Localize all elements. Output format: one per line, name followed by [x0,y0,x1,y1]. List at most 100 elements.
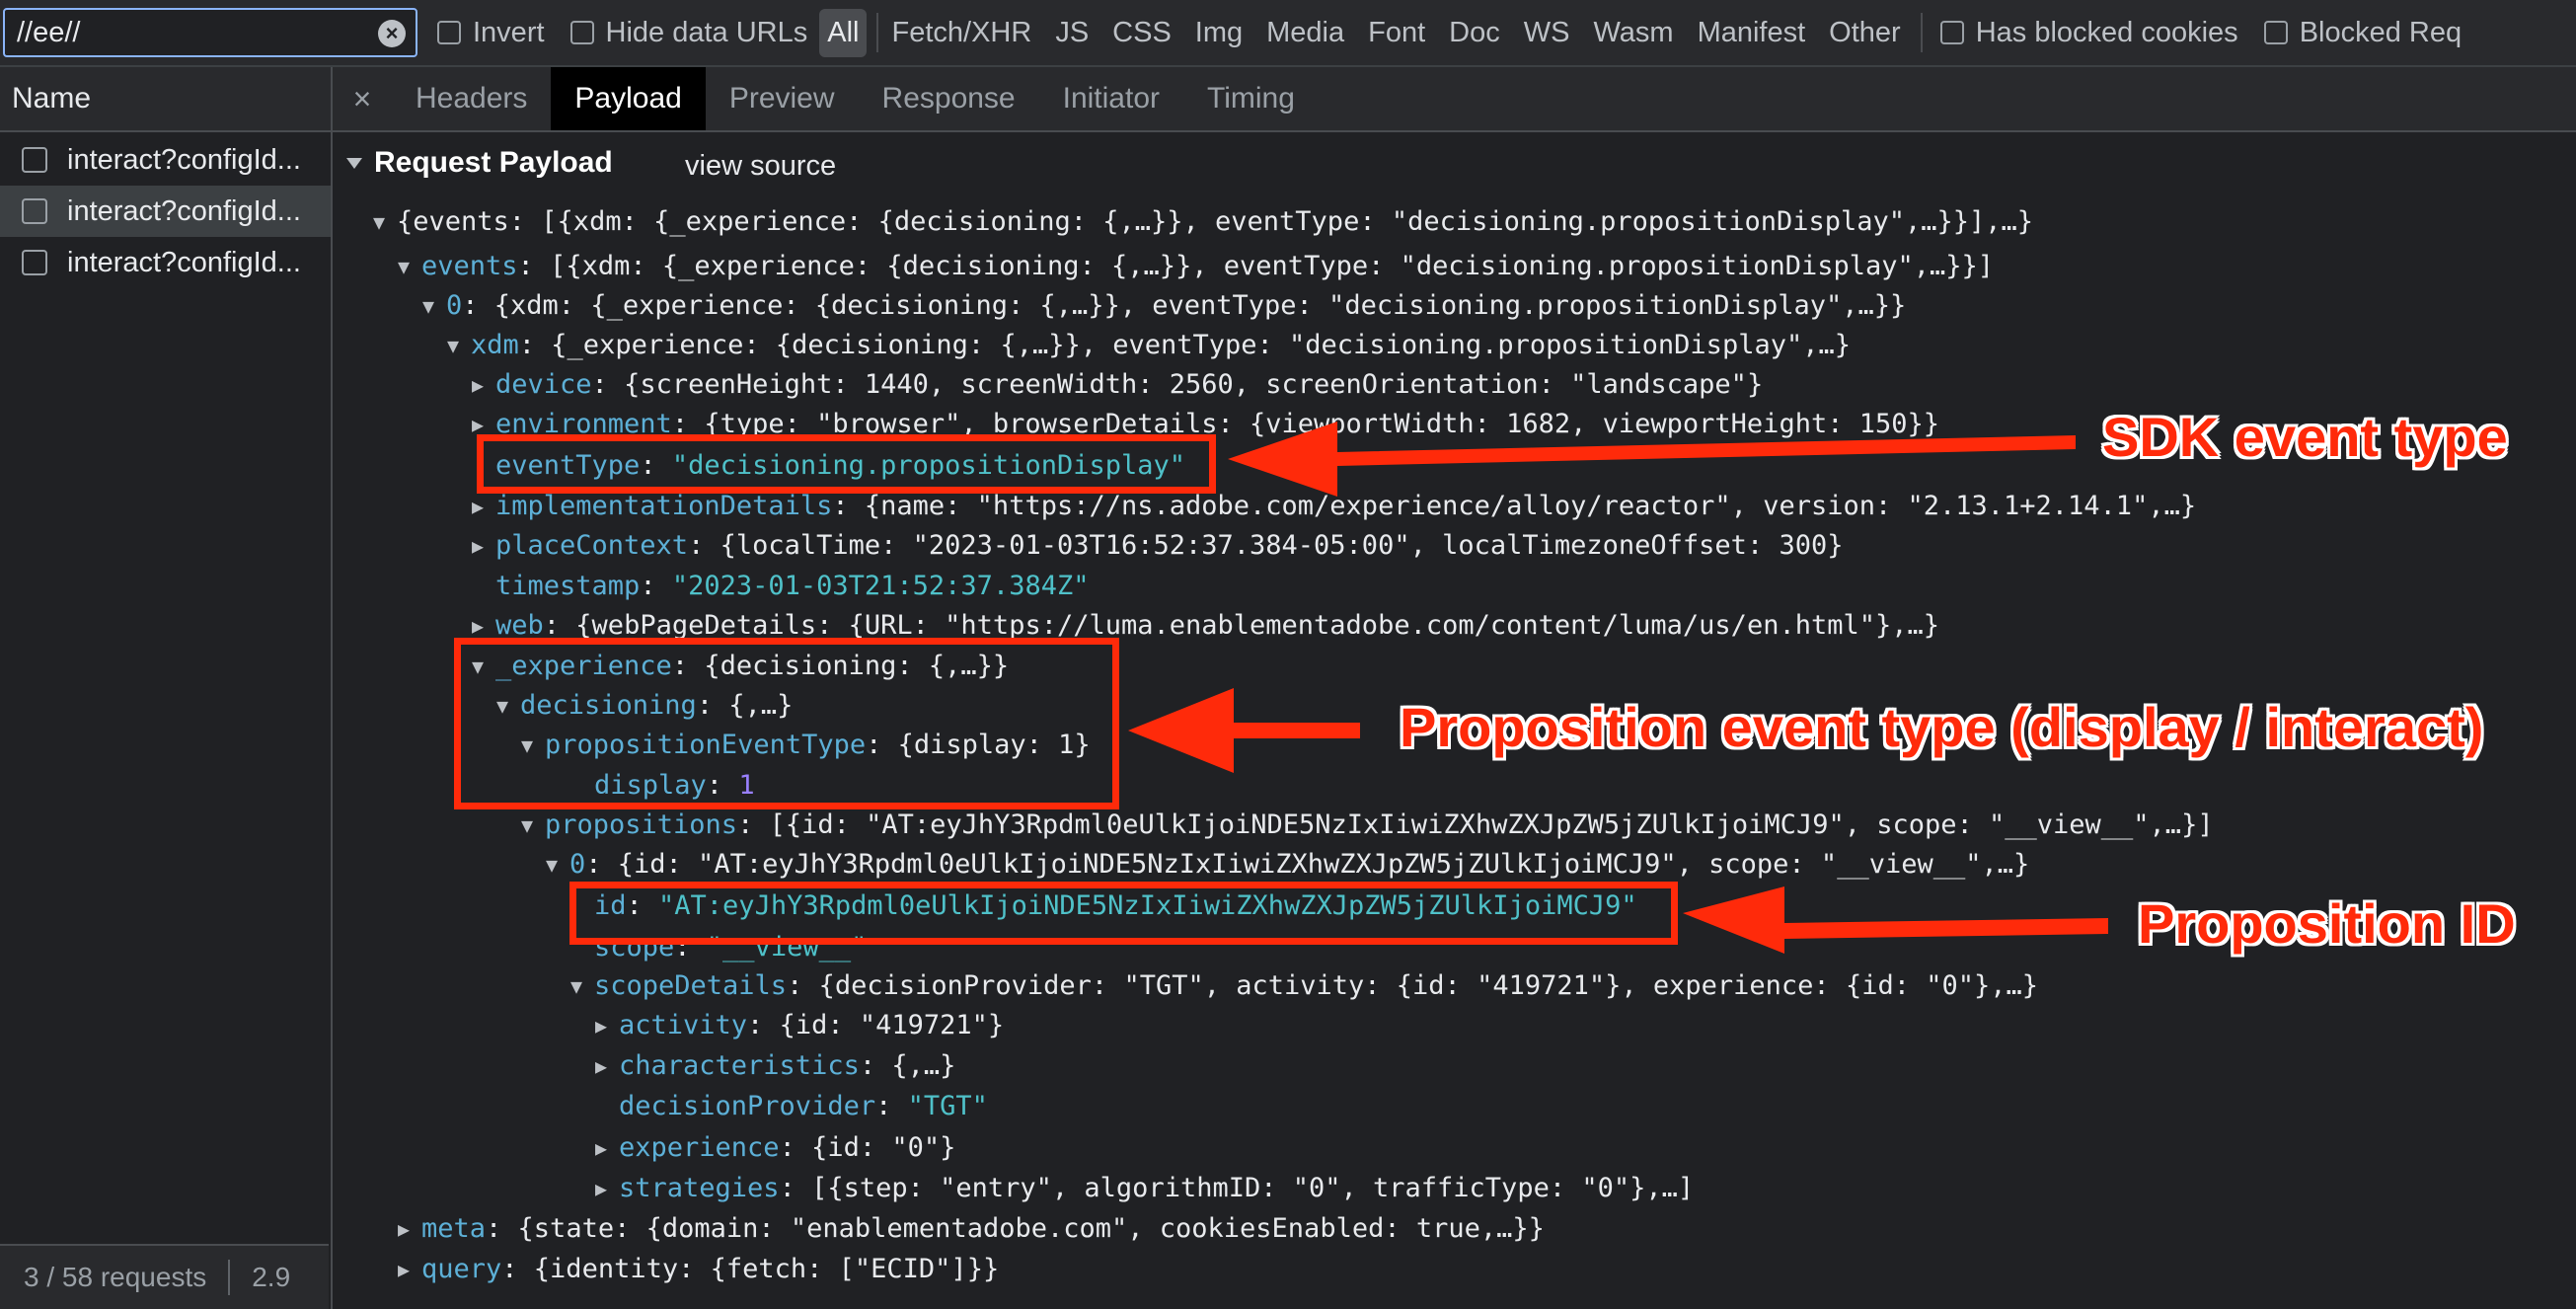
section-title: Request Payload [374,146,613,179]
json-separator: : [501,1254,534,1284]
checkbox-icon[interactable] [1939,21,1964,44]
json-row[interactable]: ▶ activity: {id: "419721"} [595,1006,1004,1045]
json-value: {localTime: "2023-01-03T16:52:37.384-05:… [720,530,1844,561]
tab-initiator[interactable]: Initiator [1039,67,1183,130]
json-value: {webPageDetails: {URL: "https://luma.ena… [575,610,1940,641]
json-key: web [495,610,544,641]
json-separator: : [787,970,819,1001]
view-source-link[interactable]: view source [685,150,836,183]
json-row[interactable]: ▼ 0: {xdm: {_experience: {decisioning: {,… [422,286,1906,326]
expanded-triangle-icon[interactable]: ▼ [398,247,421,286]
filter-input[interactable] [5,10,372,55]
collapse-triangle-icon[interactable] [346,157,362,169]
json-value: "2023-01-03T21:52:37.384Z" [671,571,1090,601]
json-value: "TGT" [907,1091,988,1121]
json-key: device [495,369,592,400]
json-key: propositions [545,809,738,840]
request-payload-header[interactable]: Request Payload [346,146,613,180]
highlight-proposition-event-type [454,638,1119,809]
collapsed-triangle-icon[interactable]: ▶ [595,1006,619,1045]
type-filter-media[interactable]: Media [1266,11,1344,55]
type-filter-doc[interactable]: Doc [1449,11,1500,55]
json-value: [{step: "entry", algorithmID: "0", traff… [811,1173,1695,1203]
json-row[interactable]: ▼ 0: {id: "AT:eyJhY3Rpdml0eUlkIjoiNDE5NzI… [546,845,2029,885]
tab-payload[interactable]: Payload [551,67,706,130]
has-blocked-cookies-label: Has blocked cookies [1975,16,2238,48]
collapsed-triangle-icon[interactable]: ▶ [398,1209,421,1249]
expanded-triangle-icon[interactable]: ▼ [422,286,446,326]
expanded-triangle-icon[interactable]: ▼ [546,845,569,885]
request-row[interactable]: interact?configId... [0,134,331,186]
json-key: activity [619,1010,748,1040]
json-key: timestamp [495,571,641,601]
json-row[interactable]: ▶ strategies: [{step: "entry", algorithmI… [595,1169,1694,1208]
request-row[interactable]: interact?configId... [0,237,331,288]
tab-preview[interactable]: Preview [706,67,859,130]
json-value: {name: "https://ns.adobe.com/experience/… [864,491,2197,521]
type-filter-img[interactable]: Img [1195,11,1243,55]
json-value: {xdm: {_experience: {decisioning: {,…}},… [493,290,1907,321]
name-column-header[interactable]: Name [0,67,331,132]
type-filter-css[interactable]: CSS [1112,11,1172,55]
json-separator: : [585,849,618,880]
json-row[interactable]: ▶ device: {screenHeight: 1440, screenWidt… [472,365,1763,405]
json-row[interactable]: ▶ experience: {id: "0"} [595,1128,955,1168]
json-key: xdm [471,330,519,360]
type-filter-font[interactable]: Font [1368,11,1425,55]
highlight-proposition-id [569,882,1678,945]
hide-data-urls-checkbox[interactable]: Hide data URLs [569,16,808,49]
blocked-requests-checkbox[interactable]: Blocked Req [2263,17,2462,49]
detail-tabs: × Headers Payload Preview Response Initi… [333,67,2576,132]
json-key: implementationDetails [495,491,833,521]
expanded-triangle-icon[interactable]: ▼ [570,966,594,1006]
json-separator: : [832,491,865,521]
expanded-triangle-icon[interactable]: ▼ [373,202,397,242]
type-filter-fetch-xhr[interactable]: Fetch/XHR [891,11,1031,55]
json-row[interactable]: ▶ characteristics: {,…} [595,1046,955,1086]
collapsed-triangle-icon[interactable]: ▶ [398,1250,421,1289]
json-row[interactable]: ▼ scopeDetails: {decisionProvider: "TGT",… [570,966,2038,1006]
type-filter-other[interactable]: Other [1829,11,1901,55]
collapsed-triangle-icon[interactable]: ▶ [472,526,495,566]
type-filter-all[interactable]: All [819,8,868,57]
json-separator: : [591,369,625,400]
json-key: characteristics [619,1050,860,1081]
type-filter-js[interactable]: JS [1055,11,1089,55]
json-row[interactable]: ▶ placeContext: {localTime: "2023-01-03T1… [472,526,1843,566]
close-icon[interactable]: × [333,67,392,130]
tab-headers[interactable]: Headers [392,67,551,130]
tab-response[interactable]: Response [859,67,1039,130]
json-row[interactable]: ▶ meta: {state: {domain: "enablementadobe… [398,1209,1545,1249]
collapsed-triangle-icon[interactable]: ▶ [595,1128,619,1168]
json-key: events [421,251,518,281]
type-filter-ws[interactable]: WS [1524,11,1570,55]
expanded-triangle-icon[interactable]: ▼ [447,326,471,365]
json-separator: : [518,330,552,360]
json-row[interactable]: ▶ query: {identity: {fetch: ["ECID"]}} [398,1250,999,1289]
checkbox-icon[interactable] [437,21,461,44]
checkbox-icon[interactable] [2263,21,2288,44]
json-value: [{xdm: {_experience: {decisioning: {,…}}… [550,251,1995,281]
type-filter-wasm[interactable]: Wasm [1593,11,1673,55]
collapsed-triangle-icon[interactable]: ▶ [595,1046,619,1086]
request-name: interact?configId... [67,246,301,278]
hide-data-urls-label: Hide data URLs [605,16,808,48]
checkbox-icon[interactable] [569,21,594,44]
json-row[interactable]: ▼ xdm: {_experience: {decisioning: {,…}},… [447,326,1851,365]
json-row[interactable]: ▼ events: [{xdm: {_experience: {decisioni… [398,247,1994,286]
json-row[interactable]: ▼ {events: [{xdm: {_experience: {decision… [373,202,2033,242]
type-filter-manifest[interactable]: Manifest [1698,11,1806,55]
json-value: {,…} [891,1050,956,1081]
collapsed-triangle-icon[interactable]: ▶ [472,365,495,405]
clear-icon[interactable]: × [378,20,406,47]
has-blocked-cookies-checkbox[interactable]: Has blocked cookies [1939,16,2238,49]
request-name: interact?configId... [67,143,301,176]
expanded-triangle-icon[interactable]: ▼ [521,806,545,845]
tab-timing[interactable]: Timing [1183,67,1319,130]
request-row-selected[interactable]: interact?configId... [0,186,331,237]
divider [876,13,879,52]
json-row[interactable]: ▼ propositions: [{id: "AT:eyJhY3Rpdml0eUl… [521,806,2214,845]
invert-checkbox[interactable]: Invert [437,17,545,49]
collapsed-triangle-icon[interactable]: ▶ [595,1169,619,1208]
json-key: placeContext [495,530,689,561]
